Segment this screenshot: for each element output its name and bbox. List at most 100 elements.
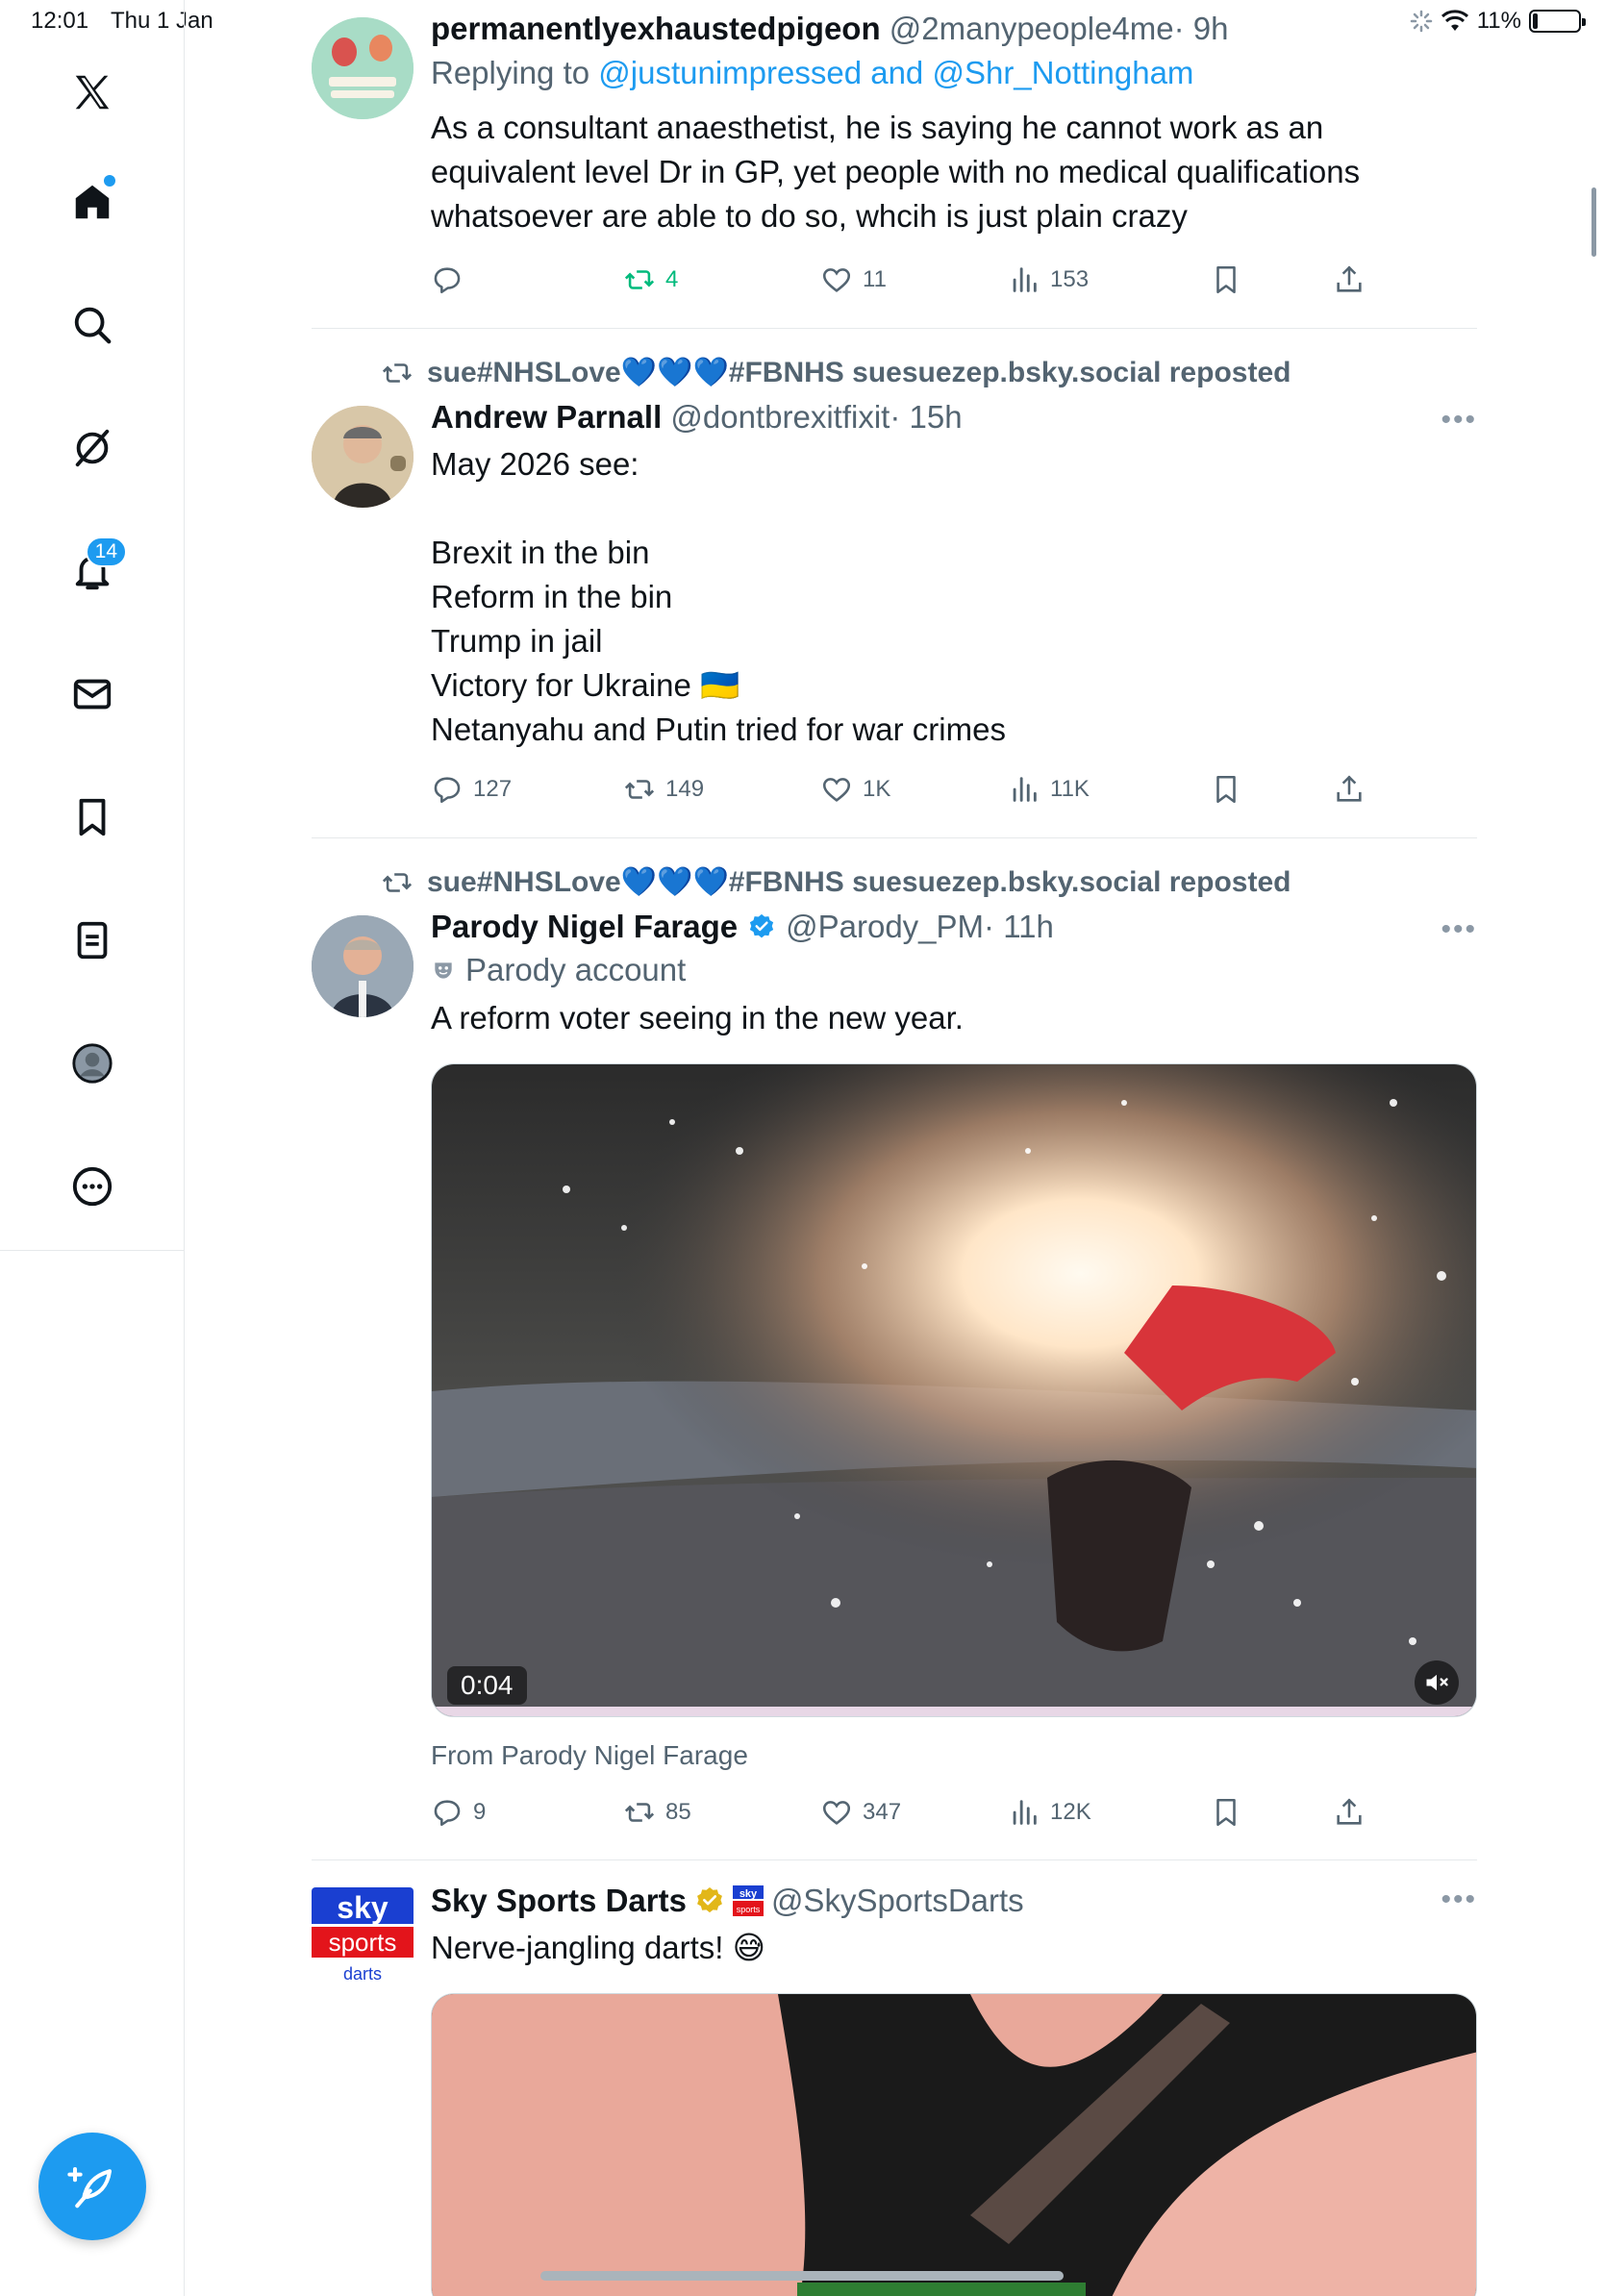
scrollbar[interactable] <box>1591 187 1596 257</box>
bookmark-button[interactable] <box>1210 1796 1242 1829</box>
battery-icon <box>1529 10 1586 33</box>
affiliate-badge-line2: sports <box>737 1905 761 1914</box>
view-count: 153 <box>1050 266 1090 292</box>
like-button[interactable]: 11 <box>820 263 887 296</box>
grok-icon <box>75 429 110 467</box>
sidebar: 14 <box>0 0 185 1250</box>
sidebar-item-grok[interactable] <box>58 413 127 483</box>
tweet-card[interactable]: sue#NHSLove💙💙💙#FBNHS suesuezep.bsky.soci… <box>312 329 1477 838</box>
repost-attribution[interactable]: sue#NHSLove💙💙💙#FBNHS suesuezep.bsky.soci… <box>381 356 1291 389</box>
avatar[interactable] <box>312 17 414 119</box>
author-name[interactable]: Parody Nigel Farage <box>431 908 738 946</box>
reply-prefix: Replying to <box>431 55 590 90</box>
repost-button[interactable]: 149 <box>623 773 704 806</box>
tweet-text: May 2026 see: Brexit in the bin Reform i… <box>431 446 1006 747</box>
author-handle[interactable]: @dontbrexitfixit <box>670 399 890 435</box>
repost-button[interactable]: 4 <box>623 263 678 296</box>
like-button[interactable]: 1K <box>820 773 890 806</box>
tweet-card[interactable]: sky sports darts Sky Sports Darts sky sp… <box>312 1860 1477 2296</box>
repost-button[interactable]: 85 <box>623 1796 691 1829</box>
author-name[interactable]: permanentlyexhaustedpigeon <box>431 11 881 46</box>
more-options-button[interactable]: ••• <box>1441 1884 1477 1916</box>
bookmark-icon <box>1216 1798 1236 1827</box>
tweet-time[interactable]: · 9h <box>1174 11 1229 46</box>
sidebar-item-notifications[interactable]: 14 <box>58 537 127 606</box>
video-thumbnail <box>432 1994 1476 2296</box>
reply-button[interactable] <box>431 263 464 296</box>
compose-feather-icon <box>67 2166 113 2209</box>
sidebar-divider <box>0 1250 185 1251</box>
tweet-card[interactable]: sue#NHSLove💙💙💙#FBNHS suesuezep.bsky.soci… <box>312 838 1477 1859</box>
repost-icon <box>624 1803 655 1822</box>
more-options-button[interactable]: ••• <box>1441 404 1477 437</box>
tweet-actions: 9 85 347 12K <box>431 1796 1362 1834</box>
repost-count: 85 <box>665 1799 691 1825</box>
sidebar-item-messages[interactable] <box>58 660 127 729</box>
sidebar-item-bookmarks[interactable] <box>58 783 127 852</box>
bookmark-icon <box>1216 775 1236 804</box>
bookmark-icon <box>1216 265 1236 294</box>
compose-button[interactable] <box>38 2133 146 2240</box>
video-player[interactable] <box>431 1993 1477 2296</box>
reply-count: 9 <box>473 1799 487 1825</box>
author-handle[interactable]: @2manypeople4me <box>890 11 1174 46</box>
avatar-logo-line2: sports <box>329 1928 397 1957</box>
sidebar-item-lists[interactable] <box>58 906 127 975</box>
reply-button[interactable]: 9 <box>431 1796 486 1829</box>
parody-mask-icon <box>435 962 452 979</box>
like-button[interactable]: 347 <box>820 1796 901 1829</box>
author-handle[interactable]: @SkySportsDarts <box>771 1882 1024 1920</box>
verified-badge-icon <box>749 913 774 938</box>
profile-icon <box>72 1043 113 1084</box>
reply-to-link[interactable]: @justunimpressed and @Shr_Nottingham <box>598 55 1193 90</box>
view-count: 12K <box>1050 1799 1091 1825</box>
tweet-card[interactable]: permanentlyexhaustedpigeon @2manypeople4… <box>312 0 1477 327</box>
search-icon <box>74 307 112 344</box>
bookmark-button[interactable] <box>1210 263 1242 296</box>
share-button[interactable] <box>1333 1796 1366 1829</box>
avatar[interactable]: sky sports darts <box>312 1887 414 1989</box>
tweet-text: As a consultant anaesthetist, he is sayi… <box>431 110 1361 234</box>
like-count: 11 <box>863 266 887 292</box>
views-button[interactable]: 12K <box>1008 1796 1091 1829</box>
reply-button[interactable]: 127 <box>431 773 512 806</box>
like-count: 1K <box>863 776 891 802</box>
heart-icon <box>822 778 851 802</box>
video-thumbnail <box>432 1064 1476 1716</box>
parody-label: Parody account <box>465 952 687 987</box>
avatar[interactable] <box>312 915 414 1017</box>
new-content-dot <box>104 175 115 187</box>
author-name[interactable]: Sky Sports Darts <box>431 1882 687 1920</box>
video-player[interactable]: 0:04 <box>431 1063 1477 1717</box>
repost-icon <box>382 872 413 892</box>
more-options-button[interactable]: ••• <box>1441 913 1477 946</box>
sidebar-item-home[interactable] <box>58 167 127 237</box>
mute-button[interactable] <box>1415 1660 1459 1705</box>
author-handle[interactable]: @Parody_PM <box>786 909 984 944</box>
bookmark-icon <box>79 798 106 836</box>
reply-icon <box>434 267 461 294</box>
sidebar-item-profile[interactable] <box>58 1029 127 1098</box>
views-icon <box>1013 267 1037 292</box>
bookmark-button[interactable] <box>1210 773 1242 806</box>
affiliate-badge-icon: sky sports <box>732 1885 764 1916</box>
tweet-actions: 4 11 153 <box>431 263 1362 302</box>
sidebar-item-search[interactable] <box>58 290 127 360</box>
reply-icon <box>434 777 461 804</box>
avatar[interactable] <box>312 406 414 508</box>
repost-attribution[interactable]: sue#NHSLove💙💙💙#FBNHS suesuezep.bsky.soci… <box>381 865 1291 899</box>
video-source[interactable]: From Parody Nigel Farage <box>431 1740 748 1771</box>
share-button[interactable] <box>1333 773 1366 806</box>
share-button[interactable] <box>1333 263 1366 296</box>
views-icon <box>1013 777 1037 802</box>
repost-attribution-text: sue#NHSLove💙💙💙#FBNHS suesuezep.bsky.soci… <box>427 357 1291 388</box>
views-button[interactable]: 153 <box>1008 263 1089 296</box>
tweet-time[interactable]: · 15h <box>890 399 962 435</box>
home-indicator[interactable] <box>540 2271 1064 2281</box>
sidebar-item-more[interactable] <box>58 1152 127 1221</box>
views-button[interactable]: 11K <box>1008 773 1090 806</box>
x-logo-icon[interactable] <box>58 58 127 127</box>
author-name[interactable]: Andrew Parnall <box>431 399 662 435</box>
tweet-text: A reform voter seeing in the new year. <box>431 1000 964 1036</box>
tweet-time[interactable]: · 11h <box>984 909 1054 944</box>
